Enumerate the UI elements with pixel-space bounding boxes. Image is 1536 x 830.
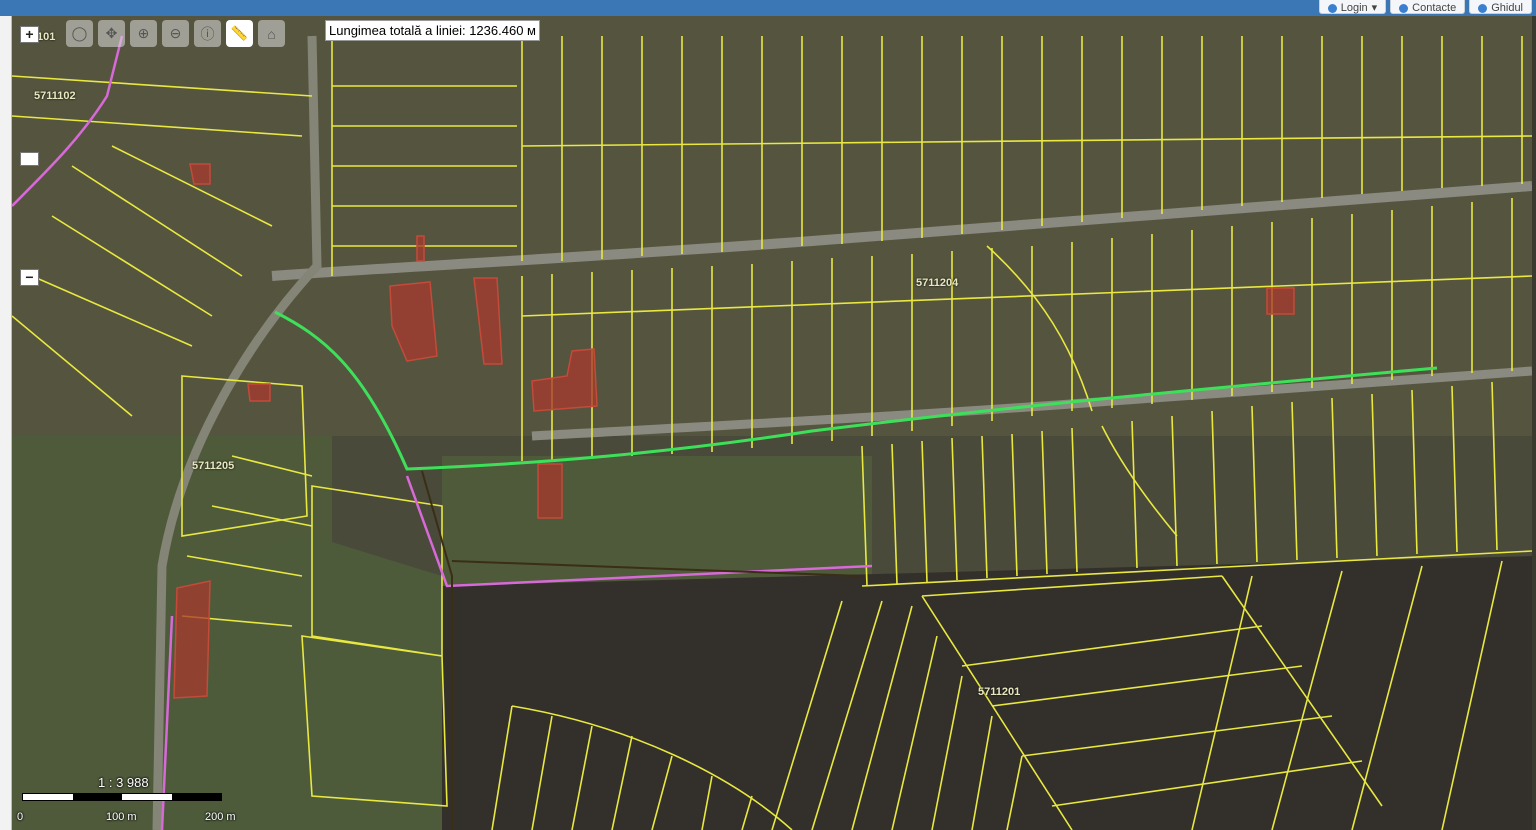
info-button[interactable]: ⓘ (194, 20, 221, 47)
zoom-in-button[interactable]: + (20, 26, 39, 43)
measure-icon: 📏 (230, 25, 249, 41)
pan-icon: ✥ (105, 25, 118, 41)
zoom-box-button[interactable]: ⊕ (130, 20, 157, 47)
parcel-id-5711205: 5711205 (192, 460, 235, 472)
header-actions: Login ▾ Contacte Ghidul (1318, 0, 1536, 16)
zoom-out-button[interactable]: ⊖ (162, 20, 189, 47)
parcel-id-101: 101 (37, 31, 56, 43)
zoom-out-small-button[interactable]: − (20, 269, 39, 286)
top-header-bar: Login ▾ Contacte Ghidul (0, 0, 1536, 16)
globe-button[interactable]: ◯ (66, 20, 93, 47)
scale-tick-200: 200 m (205, 811, 236, 823)
zoom-out-icon: ⊖ (169, 25, 182, 41)
contacts-button[interactable]: Contacte (1390, 0, 1466, 14)
parcel-id-5711204: 5711204 (916, 277, 959, 289)
guide-button[interactable]: Ghidul (1469, 0, 1532, 14)
pan-button[interactable]: ✥ (98, 20, 125, 47)
scale-seg-3 (122, 794, 172, 800)
scale-seg-4 (171, 794, 221, 800)
phone-icon (1399, 4, 1409, 13)
guide-label: Ghidul (1491, 2, 1523, 14)
measure-readout: Lungimea totală a liniei: 1236.460 м (325, 20, 540, 41)
info-icon: ⓘ (200, 25, 215, 42)
scale-bar (22, 793, 222, 801)
zoom-box-icon: ⊕ (137, 25, 150, 41)
home-icon: ⌂ (267, 25, 276, 42)
globe-icon: ◯ (71, 25, 88, 41)
map-svg (12, 16, 1532, 830)
scale-ratio: 1 : 3 988 (98, 775, 149, 790)
login-label: Login (1340, 2, 1368, 14)
chevron-down-icon: ▾ (1371, 2, 1378, 14)
scale-seg-1 (23, 794, 73, 800)
scale-tick-100: 100 m (106, 811, 137, 823)
login-button[interactable]: Login ▾ (1318, 0, 1387, 14)
map-canvas[interactable]: 5711102 5711205 5711204 5711201 101 (12, 16, 1532, 830)
contacts-label: Contacte (1412, 2, 1457, 14)
scale-seg-2 (72, 794, 122, 800)
terrain-field-green (442, 456, 872, 586)
parcel-id-5711201: 5711201 (978, 686, 1021, 698)
left-side-panel (0, 16, 12, 830)
measure-button[interactable]: 📏 (226, 20, 253, 47)
zoom-slider-handle[interactable] (20, 152, 39, 166)
parcel-id-5711102: 5711102 (34, 90, 76, 102)
user-icon (1327, 4, 1337, 13)
map-toolbar: ◯ ✥ ⊕ ⊖ ⓘ 📏 ⌂ (66, 20, 285, 47)
scale-tick-0: 0 (17, 811, 24, 823)
help-icon (1478, 4, 1488, 13)
home-button[interactable]: ⌂ (258, 20, 285, 47)
